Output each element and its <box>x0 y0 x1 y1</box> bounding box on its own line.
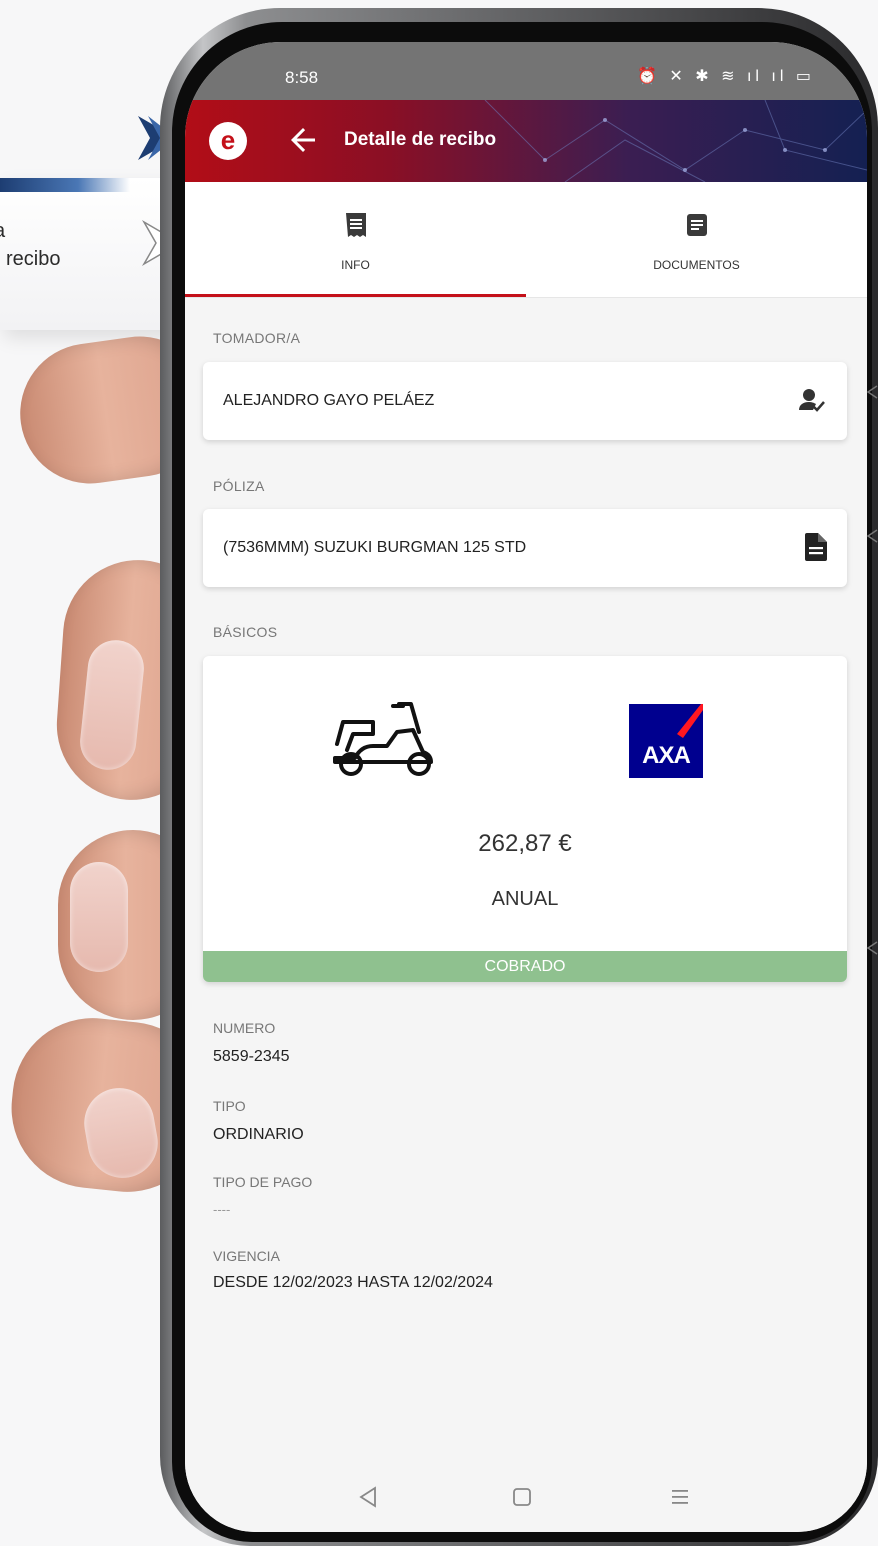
status-bar: 8:58 ⏰ ✕ ✱ ≋ ıl ıl ▭ <box>185 42 867 100</box>
tab-documentos[interactable]: DOCUMENTOS <box>526 182 867 297</box>
annotation-line-1: a <box>0 218 5 244</box>
person-check-icon <box>799 389 825 412</box>
right-pointer-icon-2 <box>866 529 878 543</box>
tab-bar: INFO DOCUMENTOS <box>185 182 867 298</box>
policy-document-icon <box>805 533 827 561</box>
back-arrow-icon[interactable] <box>285 122 321 158</box>
tipo-pago-label: TIPO DE PAGO <box>213 1174 313 1190</box>
status-time: 8:58 <box>285 68 319 87</box>
payment-status-badge: COBRADO <box>203 951 847 982</box>
tab-info-label: INFO <box>341 258 370 272</box>
tipo-pago-value: ---- <box>213 1202 231 1217</box>
nav-menu-icon[interactable] <box>663 1480 697 1514</box>
premium-amount: 262,87 € <box>478 830 572 857</box>
vigencia-label: VIGENCIA <box>213 1248 280 1264</box>
basicos-card: AXA 262,87 € ANUAL COBRADO <box>203 656 847 982</box>
app-logo[interactable]: e <box>209 122 247 160</box>
right-pointer-icon-1 <box>866 385 878 399</box>
right-pointer-icon-3 <box>866 941 878 955</box>
poliza-card[interactable]: (7536MMM) SUZUKI BURGMAN 125 STD <box>203 509 847 587</box>
tomador-section-label: TOMADOR/A <box>213 330 301 346</box>
annotation-accent-bar <box>0 178 130 192</box>
vigencia-value: DESDE 12/02/2023 HASTA 12/02/2024 <box>213 1274 493 1291</box>
active-tab-indicator <box>185 294 526 297</box>
premium-period: ANUAL <box>491 888 559 910</box>
tipo-value: ORDINARIO <box>213 1126 304 1143</box>
phone-screen: 8:58 ⏰ ✕ ✱ ≋ ıl ıl ▭ e Detalle de recibo <box>185 42 867 1532</box>
tomador-card[interactable]: ALEJANDRO GAYO PELÁEZ <box>203 362 847 440</box>
poliza-description: (7536MMM) SUZUKI BURGMAN 125 STD <box>223 539 527 556</box>
poliza-section-label: PÓLIZA <box>213 478 265 494</box>
status-icons: ⏰ ✕ ✱ ≋ ıl ıl ▭ <box>637 68 815 85</box>
axa-logo-text: AXA <box>642 742 691 769</box>
page-title: Detalle de recibo <box>344 129 497 150</box>
system-nav-bar <box>185 1462 867 1532</box>
document-icon <box>686 214 707 236</box>
hand-nail-3 <box>70 862 128 972</box>
app-bar: e Detalle de recibo <box>185 100 867 182</box>
receipt-icon <box>345 213 366 237</box>
tab-documentos-label: DOCUMENTOS <box>653 258 740 272</box>
basicos-section-label: BÁSICOS <box>213 624 278 640</box>
nav-home-icon[interactable] <box>505 1480 539 1514</box>
axa-logo: AXA <box>629 704 703 778</box>
annotation-line-2: l recibo <box>0 248 61 270</box>
tomador-name: ALEJANDRO GAYO PELÁEZ <box>223 392 435 409</box>
numero-value: 5859-2345 <box>213 1048 290 1065</box>
scooter-icon <box>333 702 433 776</box>
tipo-label: TIPO <box>213 1098 246 1114</box>
numero-label: NUMERO <box>213 1020 276 1036</box>
nav-back-icon[interactable] <box>351 1480 385 1514</box>
tab-info[interactable]: INFO <box>185 182 526 297</box>
